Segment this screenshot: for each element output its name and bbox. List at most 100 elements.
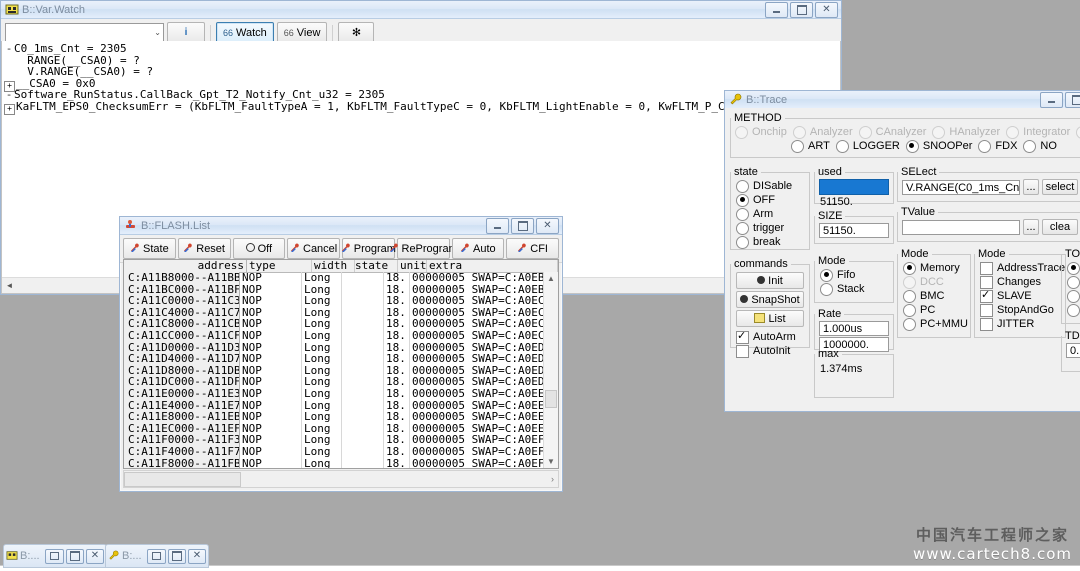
command-check-autoarm[interactable]: AutoArm: [736, 329, 809, 344]
table-row[interactable]: C:A11E8000--A11EBFFFNOPLong 18.00000005 S…: [124, 411, 544, 423]
mode-check-stopandgo[interactable]: StopAndGo: [980, 303, 1065, 317]
state-radio-break[interactable]: break: [736, 235, 809, 249]
scrollbar-thumb-horizontal[interactable]: [124, 471, 241, 487]
table-row[interactable]: C:A11B8000--A11BBFFFNOPLong 18.00000005 S…: [124, 272, 544, 284]
state-radio-off[interactable]: OFF: [736, 193, 809, 207]
close-button[interactable]: ✕: [85, 548, 105, 564]
table-row[interactable]: C:A11F4000--A11F7FFFNOPLong 18.00000005 S…: [124, 445, 544, 458]
taskbar-item-watch[interactable]: B:... ✕: [3, 544, 107, 568]
watch-button[interactable]: 66 Watch: [216, 22, 274, 43]
trace-content[interactable]: METHOD Onchip Analyzer CAnalyzer HAnalyzer I…: [725, 108, 1080, 411]
close-button[interactable]: ✕: [187, 548, 207, 564]
tout-radio-pulse[interactable]: PULSE: [1067, 289, 1080, 303]
restore-button[interactable]: [147, 548, 166, 564]
table-row[interactable]: C:A11E4000--A11E7FFFNOPLong 18.00000005 S…: [124, 399, 544, 412]
table-row[interactable]: C:A11DC000--A11DFFFFNOPLong 18.00000005 S…: [124, 376, 544, 388]
table-row[interactable]: C:A11F8000--A11FBFFFNOPLong 18.00000005 S…: [124, 457, 544, 468]
method-radio-logger[interactable]: LOGGER: [835, 139, 900, 153]
close-button[interactable]: ✕: [536, 217, 559, 234]
mode-radio-bmc[interactable]: BMC: [903, 289, 970, 303]
table-row[interactable]: C:A11EC000--A11EFFFFNOPLong 18.00000005 S…: [124, 422, 544, 435]
maximize-button[interactable]: [511, 217, 534, 234]
flash-auto-button[interactable]: Auto: [451, 238, 505, 259]
flash-reprogram-button[interactable]: ReProgram: [389, 238, 458, 259]
close-button[interactable]: ✕: [815, 1, 838, 18]
method-radio-art[interactable]: ART: [791, 139, 830, 153]
scroll-right-icon[interactable]: ›: [551, 474, 558, 484]
flash-cfi-button[interactable]: CFI: [506, 238, 559, 259]
scroll-up-icon[interactable]: ▲: [544, 272, 558, 285]
table-row[interactable]: C:A11F0000--A11F3FFFNOPLong 18.00000005 S…: [124, 434, 544, 446]
flash-horizontal-scrollbar[interactable]: ›: [123, 470, 559, 488]
watch-line[interactable]: V.RANGE(__CSA0) = ?: [4, 66, 840, 78]
state-radio-trigger[interactable]: trigger: [736, 221, 809, 235]
method-options-row-2[interactable]: ART LOGGER SNOOPer FDX NO: [731, 139, 1080, 153]
flash-off-button[interactable]: Off: [232, 238, 286, 259]
table-row[interactable]: C:A11BC000--A11BFFFFNOPLong 18.00000005 S…: [124, 283, 544, 296]
flash-list-rows[interactable]: C:A11B8000--A11BBFFFNOPLong18.00000005 S…: [124, 272, 544, 468]
trace-window[interactable]: B::Trace METHOD Onchip Analyzer CAnalyzer H…: [724, 90, 1080, 412]
state-options[interactable]: DISable OFF Arm trigger break: [731, 178, 809, 249]
flash-vertical-scrollbar[interactable]: ▲ ▼: [543, 272, 558, 468]
mode-radio-stack[interactable]: Stack: [820, 282, 893, 296]
expand-icon[interactable]: +: [4, 103, 15, 115]
table-row[interactable]: C:A11E0000--A11E3FFFNOPLong 18.00000005 S…: [124, 387, 544, 400]
flash-program-button[interactable]: Program: [341, 238, 396, 259]
mode-check-changes[interactable]: Changes: [980, 275, 1065, 289]
variable-combo-input[interactable]: ⌄: [5, 23, 164, 42]
info-button[interactable]: i: [167, 22, 205, 43]
mode-check-slave[interactable]: SLAVE: [980, 288, 1065, 303]
state-radio-arm[interactable]: Arm: [736, 207, 809, 221]
tvalue-browse-button[interactable]: ...: [1023, 219, 1039, 235]
minimize-button[interactable]: [1040, 91, 1063, 108]
trace-titlebar[interactable]: B::Trace: [725, 91, 1080, 109]
maximize-button[interactable]: [790, 1, 813, 18]
var-watch-window-controls[interactable]: ✕: [765, 1, 839, 18]
flash-state-button[interactable]: State: [123, 238, 176, 259]
select-action-button[interactable]: select: [1042, 179, 1078, 195]
mode-check-jitter[interactable]: JITTER: [980, 317, 1065, 331]
method-options-row-1[interactable]: Onchip Analyzer CAnalyzer HAnalyzer Integrat…: [731, 124, 1080, 139]
command-list-button[interactable]: List: [736, 310, 804, 327]
flash-list-table[interactable]: address type width state unit extra C:A1…: [123, 259, 559, 469]
select-input[interactable]: V.RANGE(C0_1ms_Cnt): [902, 179, 1020, 195]
table-row[interactable]: C:A11D8000--A11DBFFFNOPLong 18.00000005 S…: [124, 364, 544, 377]
mode-radio-fifo[interactable]: Fifo: [820, 268, 893, 282]
command-snapshot-button[interactable]: SnapShot: [736, 291, 804, 308]
collapse-icon[interactable]: -: [4, 43, 14, 55]
command-buttons[interactable]: Init SnapShot List: [731, 270, 809, 327]
size-input[interactable]: 51150.: [819, 223, 889, 238]
maximize-button[interactable]: [1065, 91, 1080, 108]
flash-window-controls[interactable]: ✕: [486, 217, 560, 234]
clear-button[interactable]: ✻: [338, 22, 375, 43]
tout-radio-busa[interactable]: BUSA: [1067, 303, 1080, 317]
watch-variable-list[interactable]: - C0_1ms_Cnt = 2305 RANGE(__CSA0) = ? V.R…: [2, 41, 943, 115]
scroll-down-icon[interactable]: ▼: [544, 455, 558, 468]
flash-cancel-button[interactable]: Cancel: [287, 238, 340, 259]
rate-input-primary[interactable]: 1.000us: [819, 321, 889, 336]
mode-memory-options[interactable]: Memory DCC BMC PC PC+MMU: [898, 260, 970, 331]
mode-radio-pc-mmu[interactable]: PC+MMU: [903, 317, 970, 331]
tdelay-input[interactable]: 0.: [1066, 343, 1080, 358]
method-radio-fdx[interactable]: FDX: [978, 139, 1017, 153]
flash-reset-button[interactable]: Reset: [177, 238, 231, 259]
mode-flags-options[interactable]: AddressTrace Changes SLAVE StopAndGo JITTER: [975, 260, 1065, 331]
command-check-autoinit[interactable]: AutoInit: [736, 344, 809, 358]
minimize-button[interactable]: [486, 217, 509, 234]
expand-icon[interactable]: +: [4, 80, 15, 92]
maximize-button[interactable]: [65, 548, 84, 564]
table-row[interactable]: C:A11CC000--A11CFFFFNOPLong 18.00000005 S…: [124, 329, 544, 342]
trace-window-controls[interactable]: [1040, 91, 1080, 108]
table-row[interactable]: C:A11C0000--A11C3FFFNOPLong 18.00000005 S…: [124, 295, 544, 307]
tout-options[interactable]: TraceProgramPULSEBUSA: [1062, 260, 1080, 317]
method-radio-no[interactable]: NO: [1023, 139, 1057, 153]
scrollbar-thumb[interactable]: [545, 390, 557, 408]
mode-radio-pc[interactable]: PC: [903, 303, 970, 317]
flash-list-titlebar[interactable]: B::FLASH.List ✕: [120, 217, 562, 235]
restore-button[interactable]: [45, 548, 64, 564]
mode-radio-memory[interactable]: Memory: [903, 261, 970, 275]
taskbar-item-trace[interactable]: B:... ✕: [105, 544, 209, 568]
flash-list-window[interactable]: B::FLASH.List ✕ State Reset Off Cancel Progr…: [119, 216, 563, 492]
scroll-left-icon[interactable]: ◄: [2, 279, 17, 293]
command-checkboxes[interactable]: AutoArm AutoInit: [731, 329, 809, 358]
